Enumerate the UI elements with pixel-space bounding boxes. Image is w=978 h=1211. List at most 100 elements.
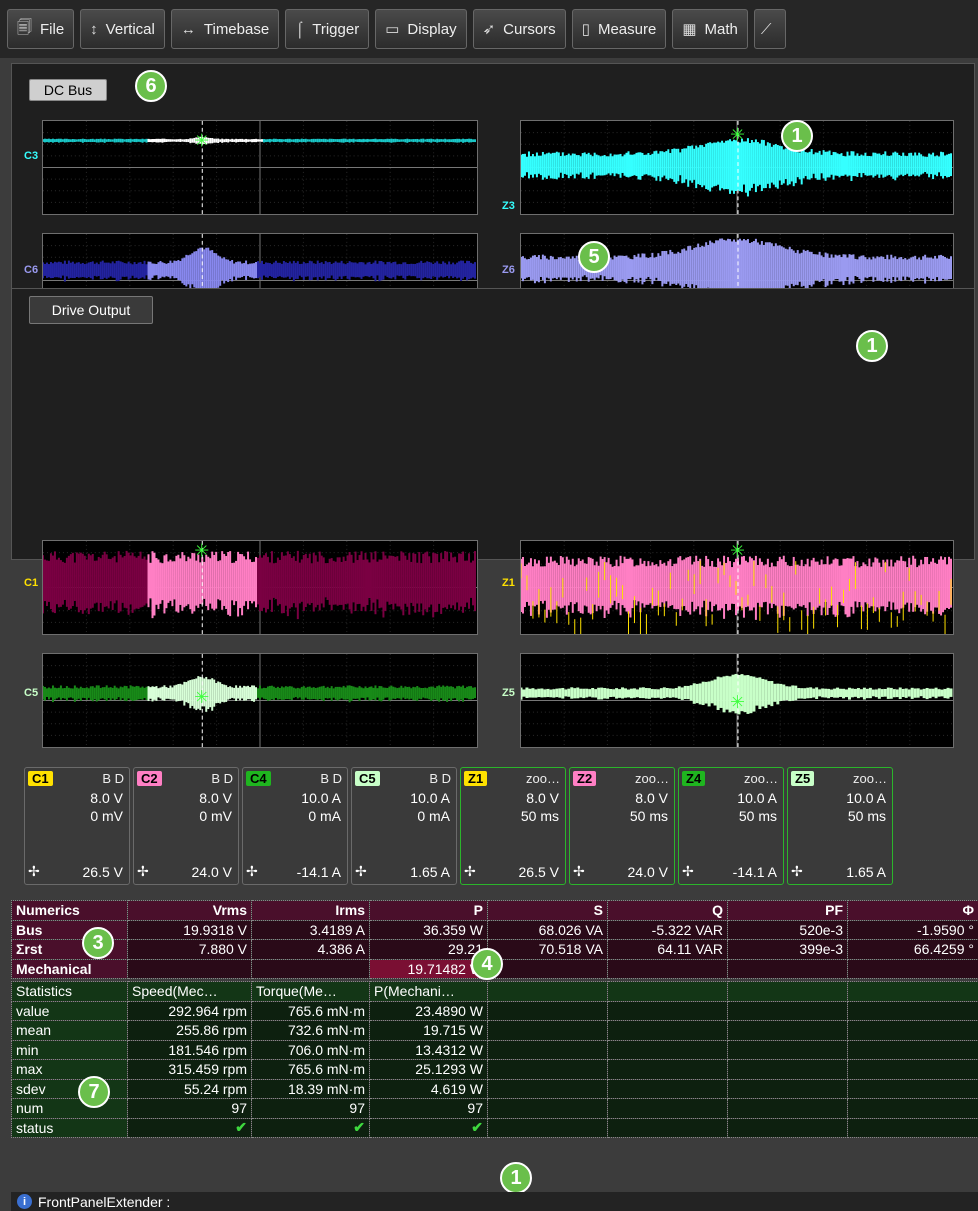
menu-measure-button[interactable]: ▯ Measure xyxy=(571,9,667,49)
table-cell: 4.619 W xyxy=(369,1078,488,1099)
table-cell: 19.71482 W xyxy=(369,958,488,979)
status-bar: i FrontPanelExtender : xyxy=(11,1192,978,1211)
descriptor-offset: 0 mV xyxy=(90,808,123,824)
descriptor-offset: 50 ms xyxy=(520,808,559,824)
info-icon: i xyxy=(17,1194,32,1209)
column-header: P(Mechani… xyxy=(369,981,488,1002)
descriptor-z1[interactable]: Z1 zoo… 8.0 V 50 ms ✢ 26.5 V xyxy=(460,767,566,885)
channel-badge: Z1 xyxy=(464,771,488,786)
table-row: mean 255.86 rpm 732.6 mN·m 19.715 W xyxy=(11,1020,978,1041)
table-cell: ✔ xyxy=(251,1117,370,1138)
descriptor-c5[interactable]: C5 B D 10.0 A 0 mA ✢ 1.65 A xyxy=(351,767,457,885)
table-cell: 97 xyxy=(127,1098,252,1119)
table-cell xyxy=(607,1117,728,1138)
table-cell xyxy=(727,1059,848,1080)
crosshair-icon: ✢ xyxy=(791,863,803,879)
menu-math-button[interactable]: ▦ Math xyxy=(672,9,748,49)
table-cell xyxy=(487,1078,608,1099)
column-header: Irms xyxy=(251,900,370,921)
crosshair-icon: ✢ xyxy=(682,863,694,879)
table-cell xyxy=(727,1039,848,1060)
column-header: Q xyxy=(607,900,728,921)
table-cell xyxy=(487,1059,608,1080)
table-cell xyxy=(251,958,370,979)
label-z3: Z3 xyxy=(502,200,515,212)
table-cell xyxy=(607,1059,728,1080)
table-cell xyxy=(607,1078,728,1099)
descriptor-header: zoo… xyxy=(635,771,669,786)
label-z1: Z1 xyxy=(502,577,515,589)
crosshair-icon: ✢ xyxy=(464,863,476,879)
table-cell: 255.86 rpm xyxy=(127,1020,252,1041)
table-cell: num xyxy=(11,1098,128,1119)
vertical-arrows-icon: ↕ xyxy=(90,20,98,38)
horizontal-arrows-icon: ↔ xyxy=(180,20,196,38)
callout-1-top: 1 xyxy=(781,120,813,152)
table-cell xyxy=(727,1078,848,1099)
tab-dc-bus[interactable]: DC Bus xyxy=(29,79,107,101)
measurement-tables: Numerics Vrms Irms P S Q PF Φ Bus 19.9318 V 3.4189… xyxy=(11,900,978,1190)
table-cell: 97 xyxy=(369,1098,488,1119)
numerics-header-row: Numerics Vrms Irms P S Q PF Φ xyxy=(11,900,978,921)
table-cell: 4.386 A xyxy=(251,939,370,960)
table-cell: max xyxy=(11,1059,128,1080)
svg-text:✳: ✳ xyxy=(194,688,209,708)
label-z6: Z6 xyxy=(502,264,515,276)
grid-c1: ✳ xyxy=(42,540,478,635)
display-icon: ▭ xyxy=(385,21,400,38)
descriptor-offset: 0 mA xyxy=(308,808,341,824)
menu-file-button[interactable]: 🗐 File xyxy=(7,9,75,49)
table-cell xyxy=(607,958,728,979)
table-cell: -5.322 VAR xyxy=(607,919,728,940)
crosshair-icon: ✢ xyxy=(355,863,367,879)
descriptor-cursor-value: -14.1 A xyxy=(732,864,777,880)
table-cell: value xyxy=(11,1000,128,1021)
table-cell xyxy=(127,958,252,979)
table-cell: 520e-3 xyxy=(727,919,848,940)
table-cell: 36.359 W xyxy=(369,919,488,940)
channel-badge: Z2 xyxy=(573,771,597,786)
menu-label: Cursors xyxy=(503,20,556,38)
descriptor-z2[interactable]: Z2 zoo… 8.0 V 50 ms ✢ 24.0 V xyxy=(569,767,675,885)
menu-vertical-button[interactable]: ↕ Vertical xyxy=(80,9,165,49)
table-cell: 64.11 VAR xyxy=(607,939,728,960)
descriptor-c2[interactable]: C2 B D 8.0 V 0 mV ✢ 24.0 V xyxy=(133,767,239,885)
drive-output-descriptor-row: C1 B D 8.0 V 0 mV ✢ 26.5 V C2 B D 8.0 V 0 mV ✢ 24.0… xyxy=(24,767,896,885)
calculator-icon: ▦ xyxy=(682,21,697,38)
column-header: Torque(Me… xyxy=(251,981,370,1002)
table-cell xyxy=(487,1117,608,1138)
descriptor-header: B D xyxy=(102,771,124,786)
table-cell: 25.1293 W xyxy=(369,1059,488,1080)
table-cell: ✔ xyxy=(127,1117,252,1138)
svg-text:✳: ✳ xyxy=(194,132,209,152)
column-header xyxy=(727,981,848,1002)
table-row: value 292.964 rpm 765.6 mN·m 23.4890 W xyxy=(11,1000,978,1021)
column-header: S xyxy=(487,900,608,921)
menu-trigger-button[interactable]: ⌠ Trigger xyxy=(285,9,370,49)
table-cell: 7.880 V xyxy=(127,939,252,960)
label-c3: C3 xyxy=(24,150,39,162)
descriptor-c1[interactable]: C1 B D 8.0 V 0 mV ✢ 26.5 V xyxy=(24,767,130,885)
measure-icon: ▯ xyxy=(581,21,590,38)
label-c1: C1 xyxy=(24,577,39,589)
table-cell xyxy=(607,1039,728,1060)
descriptor-cursor-value: 1.65 A xyxy=(846,864,886,880)
descriptor-c4[interactable]: C4 B D 10.0 A 0 mA ✢ -14.1 A xyxy=(242,767,348,885)
table-cell: mean xyxy=(11,1020,128,1041)
grid-c5: ✳ xyxy=(42,653,478,748)
menu-cursors-button[interactable]: ➶ Cursors xyxy=(472,9,566,49)
menu-label: Measure xyxy=(597,20,657,38)
table-cell: 13.4312 W xyxy=(369,1039,488,1060)
descriptor-z4[interactable]: Z4 zoo… 10.0 A 50 ms ✢ -14.1 A xyxy=(678,767,784,885)
menu-display-button[interactable]: ▭ Display xyxy=(375,9,467,49)
descriptor-z5[interactable]: Z5 zoo… 10.0 A 50 ms ✢ 1.65 A xyxy=(787,767,893,885)
callout-6: 6 xyxy=(135,70,167,102)
table-cell: 732.6 mN·m xyxy=(251,1020,370,1041)
tab-drive-output[interactable]: Drive Output xyxy=(29,296,153,324)
channel-badge: Z5 xyxy=(791,771,815,786)
grid-c3: ✳ xyxy=(42,120,478,215)
menu-analysis-button[interactable]: ⟋ xyxy=(753,9,787,49)
table-cell xyxy=(727,1117,848,1138)
table-cell xyxy=(727,1020,848,1041)
menu-timebase-button[interactable]: ↔ Timebase xyxy=(170,9,280,49)
